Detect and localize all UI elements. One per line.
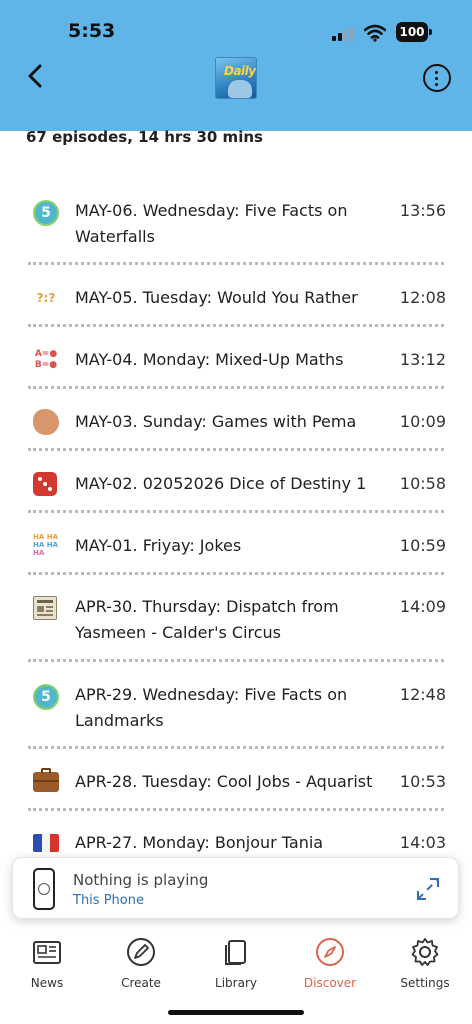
podcast-artwork[interactable]: Daily [215, 57, 257, 99]
tab-discover[interactable]: Discover [290, 936, 370, 990]
row-divider [28, 386, 444, 389]
player-device[interactable]: This Phone [73, 893, 144, 908]
episode-title: MAY-03. Sunday: Games with Pema [75, 412, 357, 431]
episode-title: MAY-01. Friyay: Jokes [75, 536, 242, 555]
row-divider [28, 746, 444, 749]
gear-icon [411, 938, 439, 966]
tab-create[interactable]: Create [101, 936, 181, 990]
tab-library[interactable]: Library [196, 936, 276, 990]
row-divider [28, 808, 444, 811]
compass-icon [316, 938, 344, 966]
tab-label: Library [215, 976, 257, 990]
question-marks-icon: ?:? [36, 291, 56, 305]
tab-settings[interactable]: Settings [385, 936, 465, 990]
row-divider [28, 262, 444, 265]
episode-title: APR-28. Tuesday: Cool Jobs - Aquarist [75, 772, 373, 791]
app-header: 5:53 100 Daily [0, 0, 472, 131]
expand-arrows-icon[interactable] [413, 874, 443, 904]
mini-player[interactable]: Nothing is playing This Phone [12, 857, 459, 919]
episode-title: APR-29. Wednesday: Five Facts on Landmar… [75, 685, 348, 730]
battery-icon: 100 [396, 22, 432, 42]
more-options-icon[interactable] [423, 64, 451, 92]
row-divider [28, 324, 444, 327]
tab-news[interactable]: News [7, 936, 87, 990]
episode-title: APR-27. Monday: Bonjour Tania [75, 833, 324, 852]
episode-title: MAY-05. Tuesday: Would You Rather [75, 288, 358, 307]
row-divider [28, 510, 444, 513]
episode-duration: 12:48 [399, 685, 446, 704]
episode-duration: 10:09 [399, 412, 446, 431]
ha-ha-laugh-icon: HA HA HA HA HA [33, 533, 58, 557]
french-flag-icon [33, 834, 59, 852]
row-divider [28, 448, 444, 451]
podcast-artwork-title: Daily [224, 64, 256, 78]
episode-duration: 10:59 [399, 536, 446, 555]
episode-duration: 13:12 [399, 350, 446, 369]
newspaper-icon [33, 596, 57, 620]
tab-label: News [30, 976, 64, 990]
dice-icon [33, 472, 57, 496]
episode-duration: 12:08 [399, 288, 446, 307]
number-5-badge-icon: 5 [33, 684, 59, 710]
wifi-icon [364, 24, 386, 42]
row-divider [28, 659, 444, 662]
tab-label: Create [121, 976, 161, 990]
clapping-hands-icon [33, 409, 59, 435]
cellular-signal-icon [332, 27, 358, 41]
briefcase-icon [33, 768, 59, 792]
episode-duration: 10:53 [399, 772, 446, 791]
player-status: Nothing is playing [73, 871, 209, 889]
home-indicator [168, 1010, 304, 1015]
status-time: 5:53 [68, 20, 116, 42]
status-bar: 5:53 100 [0, 18, 472, 48]
episode-duration: 13:56 [399, 201, 446, 220]
episode-title: MAY-04. Monday: Mixed-Up Maths [75, 350, 344, 369]
back-chevron-icon[interactable] [22, 62, 50, 90]
tab-label: Settings [400, 976, 450, 990]
episode-summary: 67 episodes, 14 hrs 30 mins [26, 128, 263, 146]
phone-device-icon [33, 868, 55, 910]
episode-duration: 14:09 [399, 597, 446, 616]
episode-duration: 14:03 [399, 833, 446, 852]
math-symbols-icon: A=● B=● [34, 349, 58, 370]
battery-level: 100 [396, 22, 428, 42]
episode-duration: 10:58 [399, 474, 446, 493]
episode-title: MAY-06. Wednesday: Five Facts on Waterfa… [75, 201, 348, 246]
pencil-icon [127, 938, 155, 966]
episode-title: MAY-02. 02052026 Dice of Destiny 1 [75, 474, 367, 493]
row-divider [28, 572, 444, 575]
episode-title: APR-30. Thursday: Dispatch from Yasmeen … [75, 597, 339, 642]
library-icon [225, 940, 246, 965]
number-5-badge-icon: 5 [33, 200, 59, 226]
newspaper-icon [33, 941, 61, 964]
tab-label: Discover [303, 976, 357, 990]
